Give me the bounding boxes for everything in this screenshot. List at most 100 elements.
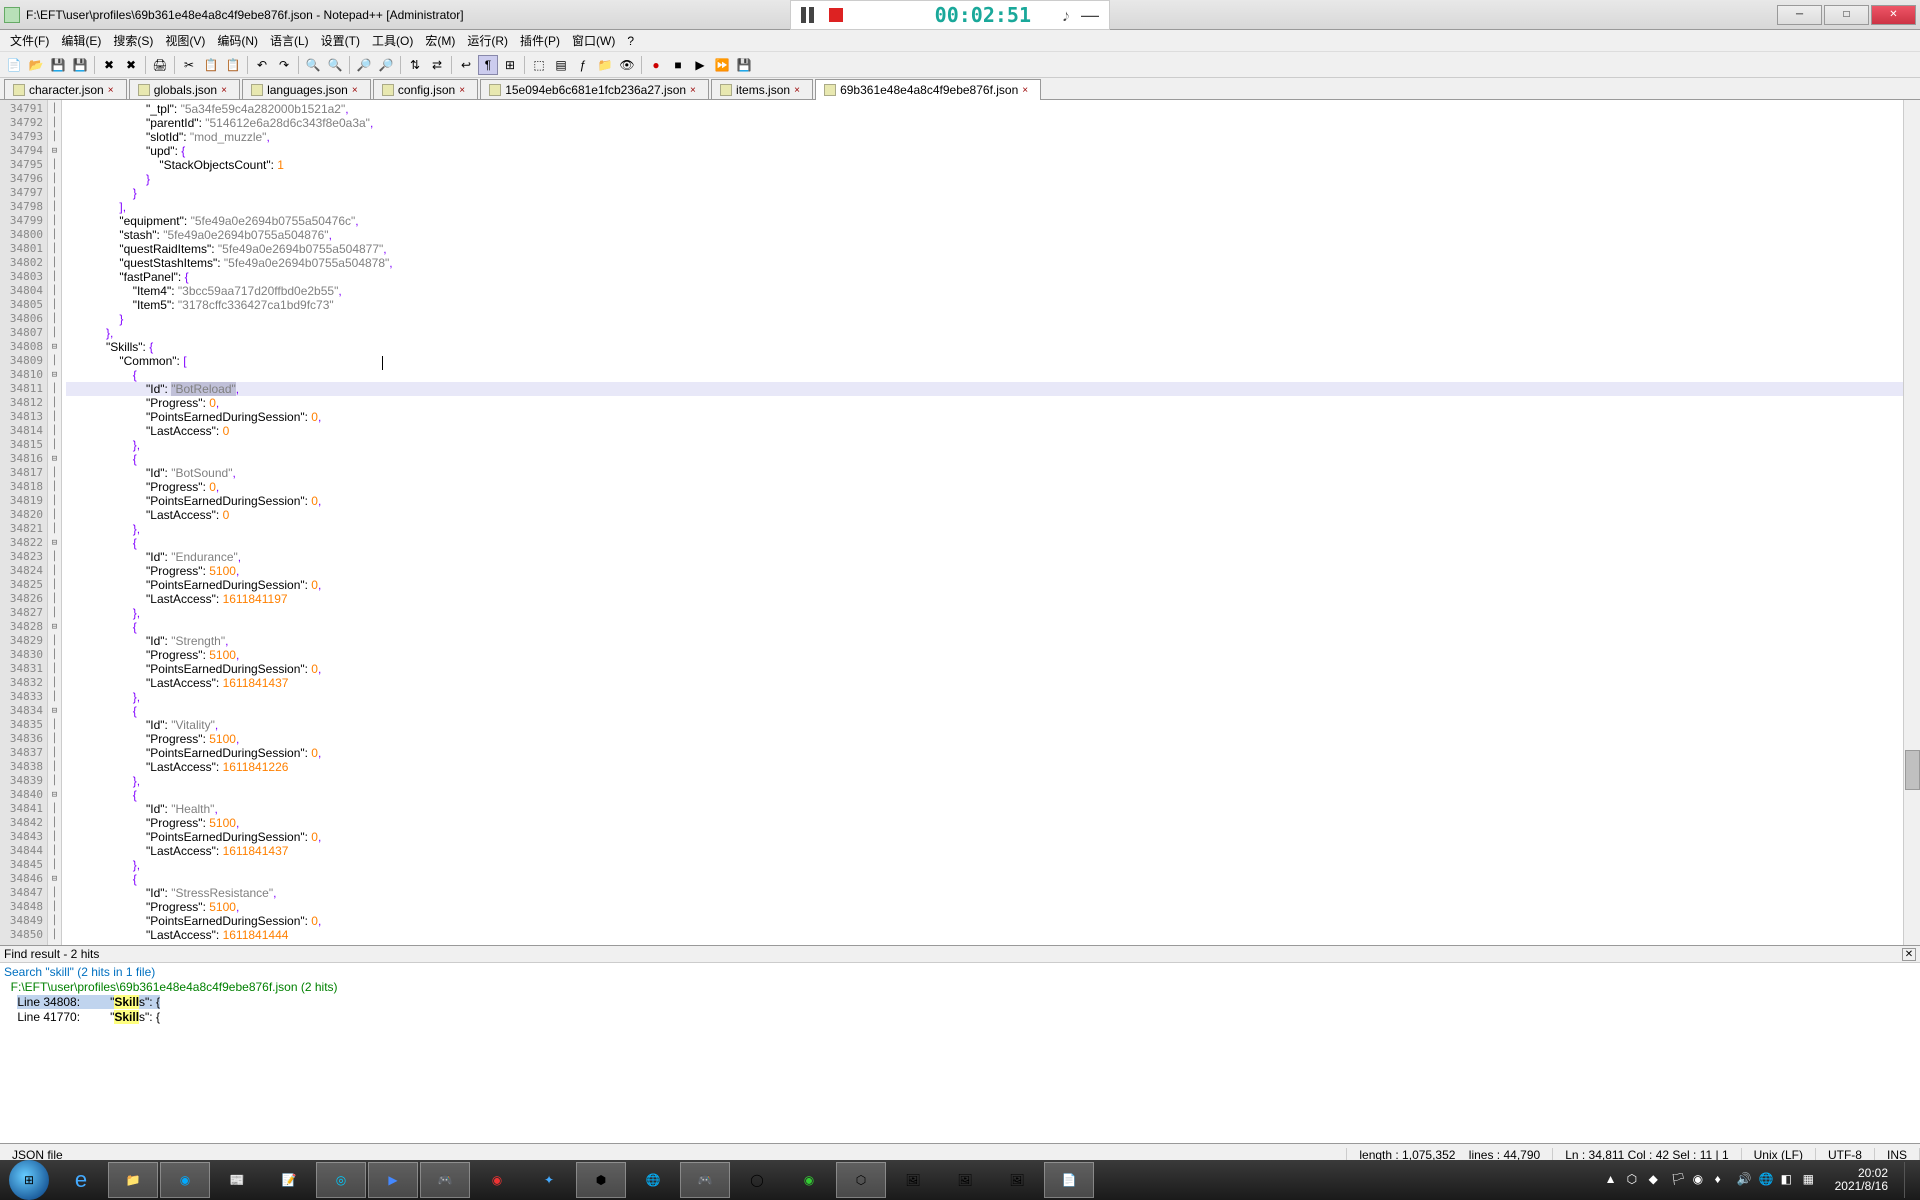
taskbar-app11-icon[interactable]: ◯ xyxy=(732,1162,782,1198)
doc-map-icon[interactable]: ▤ xyxy=(551,55,571,75)
menu-item[interactable]: 语言(L) xyxy=(264,32,315,49)
tray-icon-3[interactable]: 🏳 xyxy=(1671,1172,1687,1188)
taskbar-chrome-icon[interactable]: 🌐 xyxy=(628,1162,678,1198)
new-file-icon[interactable]: 📄 xyxy=(4,55,24,75)
find-close-icon[interactable]: ✕ xyxy=(1902,948,1916,961)
taskbar-app8-icon[interactable]: ✦ xyxy=(524,1162,574,1198)
file-tab[interactable]: globals.json× xyxy=(129,79,240,99)
stop-record-icon[interactable]: ■ xyxy=(668,55,688,75)
menu-item[interactable]: ? xyxy=(621,34,640,48)
maximize-button[interactable]: □ xyxy=(1824,5,1869,25)
minimize-button[interactable]: ─ xyxy=(1777,5,1822,25)
file-tab[interactable]: character.json× xyxy=(4,79,127,99)
lang-icon[interactable]: ⬚ xyxy=(529,55,549,75)
taskbar-app9-icon[interactable]: ⬢ xyxy=(576,1162,626,1198)
taskbar-app10-icon[interactable]: 🎮 xyxy=(680,1162,730,1198)
file-tab[interactable]: 15e094eb6c681e1fcb236a27.json× xyxy=(480,79,709,99)
overlay-minimize[interactable]: — xyxy=(1081,5,1099,26)
tab-close-icon[interactable]: × xyxy=(352,85,362,95)
stop-icon[interactable] xyxy=(829,8,843,22)
menu-item[interactable]: 运行(R) xyxy=(461,32,514,49)
tray-icon-5[interactable]: ♦ xyxy=(1715,1172,1731,1188)
tray-network-icon[interactable]: 🌐 xyxy=(1759,1172,1775,1188)
find-results-body[interactable]: Search "skill" (2 hits in 1 file) F:\EFT… xyxy=(0,963,1920,1143)
pause-icon[interactable] xyxy=(801,7,817,23)
file-tab[interactable]: languages.json× xyxy=(242,79,371,99)
tab-close-icon[interactable]: × xyxy=(108,85,118,95)
taskbar-app2-icon[interactable]: 📰 xyxy=(212,1162,262,1198)
show-all-chars-icon[interactable]: ¶ xyxy=(478,55,498,75)
taskbar-app6-icon[interactable]: 🎮 xyxy=(420,1162,470,1198)
menu-item[interactable]: 插件(P) xyxy=(514,32,566,49)
tab-close-icon[interactable]: × xyxy=(1022,85,1032,95)
taskbar-app3-icon[interactable]: 📝 xyxy=(264,1162,314,1198)
print-icon[interactable]: 🖨 xyxy=(150,55,170,75)
scroll-thumb[interactable] xyxy=(1905,750,1920,790)
tray-icon-2[interactable]: ◆ xyxy=(1649,1172,1665,1188)
tray-volume-icon[interactable]: 🔊 xyxy=(1737,1172,1753,1188)
start-button[interactable]: ⊞ xyxy=(4,1162,54,1198)
menu-item[interactable]: 工具(O) xyxy=(366,32,419,49)
taskbar-app4-icon[interactable]: ◎ xyxy=(316,1162,366,1198)
find-path-line[interactable]: F:\EFT\user\profiles\69b361e48e4a8c4f9eb… xyxy=(11,980,338,994)
record-icon[interactable]: ● xyxy=(646,55,666,75)
link-icon[interactable]: 𝆕 xyxy=(1063,5,1069,26)
copy-icon[interactable]: 📋 xyxy=(201,55,221,75)
taskbar-ie-icon[interactable]: e xyxy=(56,1162,106,1198)
replace-icon[interactable]: 🔍 xyxy=(325,55,345,75)
taskbar-app7-icon[interactable]: ◉ xyxy=(472,1162,522,1198)
taskbar-clock[interactable]: 20:02 2021/8/16 xyxy=(1827,1167,1896,1193)
taskbar-app14-icon[interactable]: 🖼 xyxy=(888,1162,938,1198)
file-tab[interactable]: items.json× xyxy=(711,79,813,99)
find-result-line[interactable]: Line 41770: "Skills": { xyxy=(4,1010,1916,1025)
tray-icon-9[interactable]: ▦ xyxy=(1803,1172,1819,1188)
tray-icon-8[interactable]: ◧ xyxy=(1781,1172,1797,1188)
zoom-in-icon[interactable]: 🔎 xyxy=(354,55,374,75)
sync-h-icon[interactable]: ⇄ xyxy=(427,55,447,75)
save-macro-icon[interactable]: 💾 xyxy=(734,55,754,75)
tray-up-icon[interactable]: ▲ xyxy=(1605,1172,1621,1188)
save-icon[interactable]: 💾 xyxy=(48,55,68,75)
taskbar-app13-icon[interactable]: ⬡ xyxy=(836,1162,886,1198)
menu-item[interactable]: 编码(N) xyxy=(211,32,264,49)
play-icon[interactable]: ▶ xyxy=(690,55,710,75)
close-icon[interactable]: ✖ xyxy=(99,55,119,75)
indent-guide-icon[interactable]: ⊞ xyxy=(500,55,520,75)
menu-item[interactable]: 设置(T) xyxy=(315,32,366,49)
zoom-out-icon[interactable]: 🔎 xyxy=(376,55,396,75)
tray-icon-4[interactable]: ◉ xyxy=(1693,1172,1709,1188)
taskbar-explorer-icon[interactable]: 📁 xyxy=(108,1162,158,1198)
folder-icon[interactable]: 📁 xyxy=(595,55,615,75)
find-icon[interactable]: 🔍 xyxy=(303,55,323,75)
menu-item[interactable]: 宏(M) xyxy=(419,32,461,49)
save-all-icon[interactable]: 💾 xyxy=(70,55,90,75)
taskbar-app1-icon[interactable]: ◉ xyxy=(160,1162,210,1198)
fold-gutter[interactable]: │ │ │ ⊟ │ │ │ │ │ │ │ │ │ │ │ │ │ ⊟ │ ⊟ … xyxy=(48,100,62,945)
sync-v-icon[interactable]: ⇅ xyxy=(405,55,425,75)
code-area[interactable]: "_tpl": "5a34fe59c4a282000b1521a2", "par… xyxy=(62,100,1903,945)
close-all-icon[interactable]: ✖ xyxy=(121,55,141,75)
taskbar-app16-icon[interactable]: 🖼 xyxy=(992,1162,1042,1198)
play-multi-icon[interactable]: ⏩ xyxy=(712,55,732,75)
undo-icon[interactable]: ↶ xyxy=(252,55,272,75)
menu-item[interactable]: 编辑(E) xyxy=(55,32,107,49)
tray-icons[interactable]: ▲ ⬡ ◆ 🏳 ◉ ♦ 🔊 🌐 ◧ ▦ xyxy=(1605,1172,1819,1188)
tab-close-icon[interactable]: × xyxy=(690,85,700,95)
menu-item[interactable]: 窗口(W) xyxy=(566,32,621,49)
wrap-icon[interactable]: ↩ xyxy=(456,55,476,75)
taskbar-notepadpp-icon[interactable]: 📄 xyxy=(1044,1162,1094,1198)
file-tab[interactable]: 69b361e48e4a8c4f9ebe876f.json× xyxy=(815,79,1041,100)
tab-close-icon[interactable]: × xyxy=(459,85,469,95)
vertical-scrollbar[interactable] xyxy=(1903,100,1920,945)
file-tab[interactable]: config.json× xyxy=(373,79,478,99)
tab-close-icon[interactable]: × xyxy=(794,85,804,95)
taskbar-app5-icon[interactable]: ▶ xyxy=(368,1162,418,1198)
cut-icon[interactable]: ✂ xyxy=(179,55,199,75)
tray-icon-1[interactable]: ⬡ xyxy=(1627,1172,1643,1188)
paste-icon[interactable]: 📋 xyxy=(223,55,243,75)
show-desktop-button[interactable] xyxy=(1904,1162,1912,1198)
find-result-line[interactable]: Line 34808: "Skills": { xyxy=(4,995,1916,1010)
redo-icon[interactable]: ↷ xyxy=(274,55,294,75)
taskbar-app15-icon[interactable]: 🖼 xyxy=(940,1162,990,1198)
menu-item[interactable]: 文件(F) xyxy=(4,32,55,49)
